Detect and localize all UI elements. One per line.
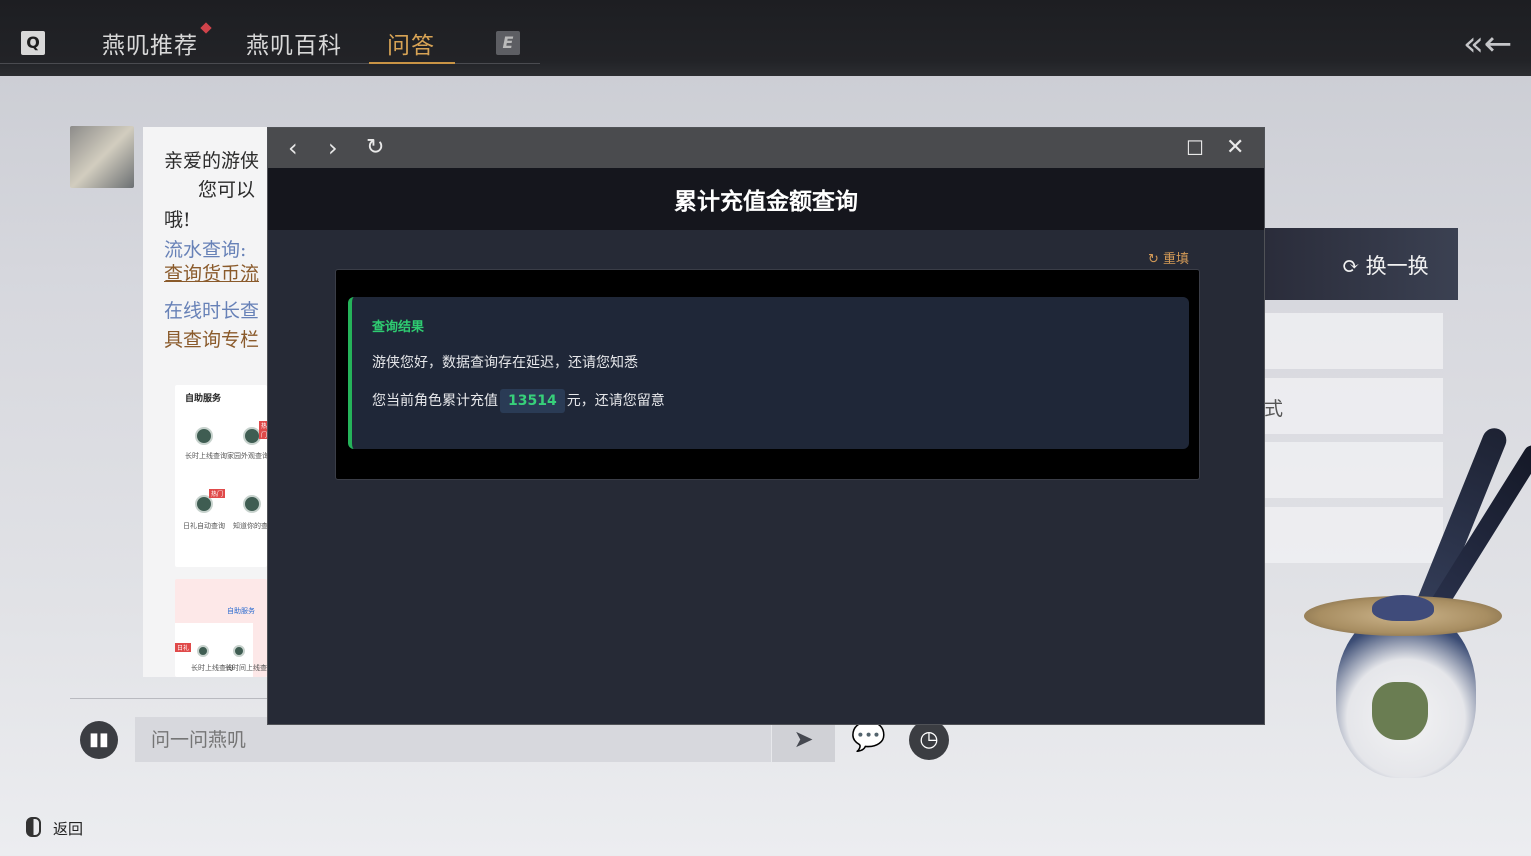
maximize-icon[interactable]: ☐ bbox=[1186, 134, 1204, 162]
nav-underline bbox=[0, 63, 540, 64]
result-heading: 查询结果 bbox=[372, 320, 425, 335]
refresh-suggestions-button[interactable]: ⟳ 换一换 bbox=[1342, 250, 1429, 280]
chat-line-you-can: 您可以 bbox=[198, 179, 256, 201]
suggestion-row-1[interactable] bbox=[1262, 313, 1443, 369]
chat-line-online-time: 在线时长查 bbox=[164, 300, 260, 322]
service-icon-5 bbox=[197, 645, 209, 657]
self-service-card[interactable]: 自助服务 长时上线查询 家园外观查询 热门 热门 日礼自动查询 知道你的查询 bbox=[175, 385, 267, 567]
self-service-card-2[interactable]: 自助服务 日礼 长时上线查询 长时间上线查询 bbox=[175, 579, 267, 677]
tab-encyclopedia-label: 燕叽百科 bbox=[246, 33, 342, 59]
service-label-7: 长时间上线查询 bbox=[225, 664, 267, 672]
chat-line-greeting: 亲爱的游侠 bbox=[164, 150, 260, 172]
microphone-icon: ▮▮ bbox=[89, 729, 109, 750]
q-key-hint[interactable]: Q bbox=[21, 31, 45, 55]
amount-badge: 13514 bbox=[500, 389, 565, 413]
return-label: 返回 bbox=[53, 820, 84, 838]
tab-encyclopedia[interactable]: 燕叽百科 bbox=[246, 26, 342, 60]
chat-line-tool-column: 具查询专栏 bbox=[164, 329, 260, 351]
mascot-hat-crown bbox=[1372, 595, 1434, 621]
self-service-title: 自助服务 bbox=[185, 394, 222, 404]
close-icon[interactable]: ✕ bbox=[1226, 134, 1244, 162]
double-chevron-left-icon[interactable]: «← bbox=[1463, 26, 1512, 62]
modal-toolbar: ‹ › ↻ ☐ ✕ bbox=[268, 128, 1264, 168]
modal-title: 累计充值金额查询 bbox=[674, 189, 858, 215]
refresh-icon: ⟳ bbox=[1342, 254, 1360, 278]
self-service-title-2: 自助服务 bbox=[227, 607, 255, 615]
amount-suffix: 元，还请您留意 bbox=[566, 393, 665, 409]
assistant-avatar bbox=[70, 126, 134, 188]
chat-bubbles-icon[interactable]: 💬 bbox=[851, 720, 893, 760]
result-card: 查询结果 游侠您好，数据查询存在延迟，还请您知悉 您当前角色累计充值 13514 元… bbox=[348, 297, 1189, 449]
result-container: 查询结果 游侠您好，数据查询存在延迟，还请您知悉 您当前角色累计充值 13514 元… bbox=[335, 269, 1200, 480]
service-label-3: 日礼自动查询 bbox=[183, 522, 225, 530]
back-chevron-icon[interactable]: ‹ bbox=[288, 134, 298, 162]
return-hint[interactable]: 返回 bbox=[26, 817, 83, 839]
modal-header: 累计充值金额查询 bbox=[268, 168, 1264, 230]
suggestion-row-2-text: 式 bbox=[1264, 398, 1284, 420]
reset-label: 重填 bbox=[1163, 252, 1190, 267]
hot-badge-1: 热门 bbox=[259, 421, 267, 439]
mouse-icon bbox=[26, 817, 41, 837]
history-clock-button[interactable]: ◷ bbox=[909, 720, 949, 760]
new-badge-icon bbox=[200, 22, 212, 34]
forward-chevron-icon[interactable]: › bbox=[328, 134, 338, 162]
clock-icon: ◷ bbox=[919, 727, 939, 752]
chat-link-currency-flow[interactable]: 查询货币流 bbox=[164, 259, 259, 286]
suggestion-row-4[interactable] bbox=[1262, 507, 1443, 563]
mascot-bag bbox=[1372, 682, 1428, 740]
result-amount-line: 您当前角色累计充值 13514 元，还请您留意 bbox=[372, 389, 665, 413]
service-icon-4 bbox=[243, 495, 261, 513]
result-delay-notice: 游侠您好，数据查询存在延迟，还请您知悉 bbox=[372, 355, 638, 371]
tab-qa[interactable]: 问答 bbox=[387, 26, 435, 60]
service-label-1: 长时上线查询 bbox=[185, 452, 227, 460]
voice-input-button[interactable]: ▮▮ bbox=[80, 721, 118, 759]
tab-recommend[interactable]: 燕叽推荐 bbox=[102, 22, 212, 60]
service-icon-6 bbox=[233, 645, 245, 657]
reload-icon[interactable]: ↻ bbox=[366, 134, 384, 162]
refresh-label: 换一换 bbox=[1365, 254, 1429, 278]
service-label-4: 知道你的查询 bbox=[233, 522, 267, 530]
chat-line-flow-query: 流水查询: bbox=[164, 239, 247, 261]
service-icon-1 bbox=[195, 427, 213, 445]
reset-button[interactable]: ↻ 重填 bbox=[1148, 248, 1189, 267]
e-key-hint[interactable]: E bbox=[496, 31, 520, 55]
tab-qa-label: 问答 bbox=[387, 33, 435, 59]
amount-prefix: 您当前角色累计充值 bbox=[372, 393, 498, 409]
active-tab-indicator bbox=[369, 62, 455, 64]
chat-line-oh: 哦! bbox=[164, 209, 191, 231]
service-label-2: 家园外观查询 bbox=[227, 452, 267, 460]
send-icon: ➤ bbox=[793, 725, 814, 753]
browser-modal: ‹ › ↻ ☐ ✕ 累计充值金额查询 ↻ 重填 查询结果 游侠您好，数据查询存在… bbox=[267, 127, 1265, 725]
tab-recommend-label: 燕叽推荐 bbox=[102, 33, 198, 59]
top-navigation-bar: Q 燕叽推荐 燕叽百科 问答 E «← bbox=[0, 0, 1531, 76]
suggestion-row-3[interactable] bbox=[1262, 442, 1443, 498]
service-label-5: 日礼 bbox=[175, 643, 192, 652]
reset-icon: ↻ bbox=[1148, 252, 1159, 267]
hot-badge-2: 热门 bbox=[209, 489, 226, 498]
suggestion-row-2[interactable] bbox=[1262, 378, 1443, 434]
